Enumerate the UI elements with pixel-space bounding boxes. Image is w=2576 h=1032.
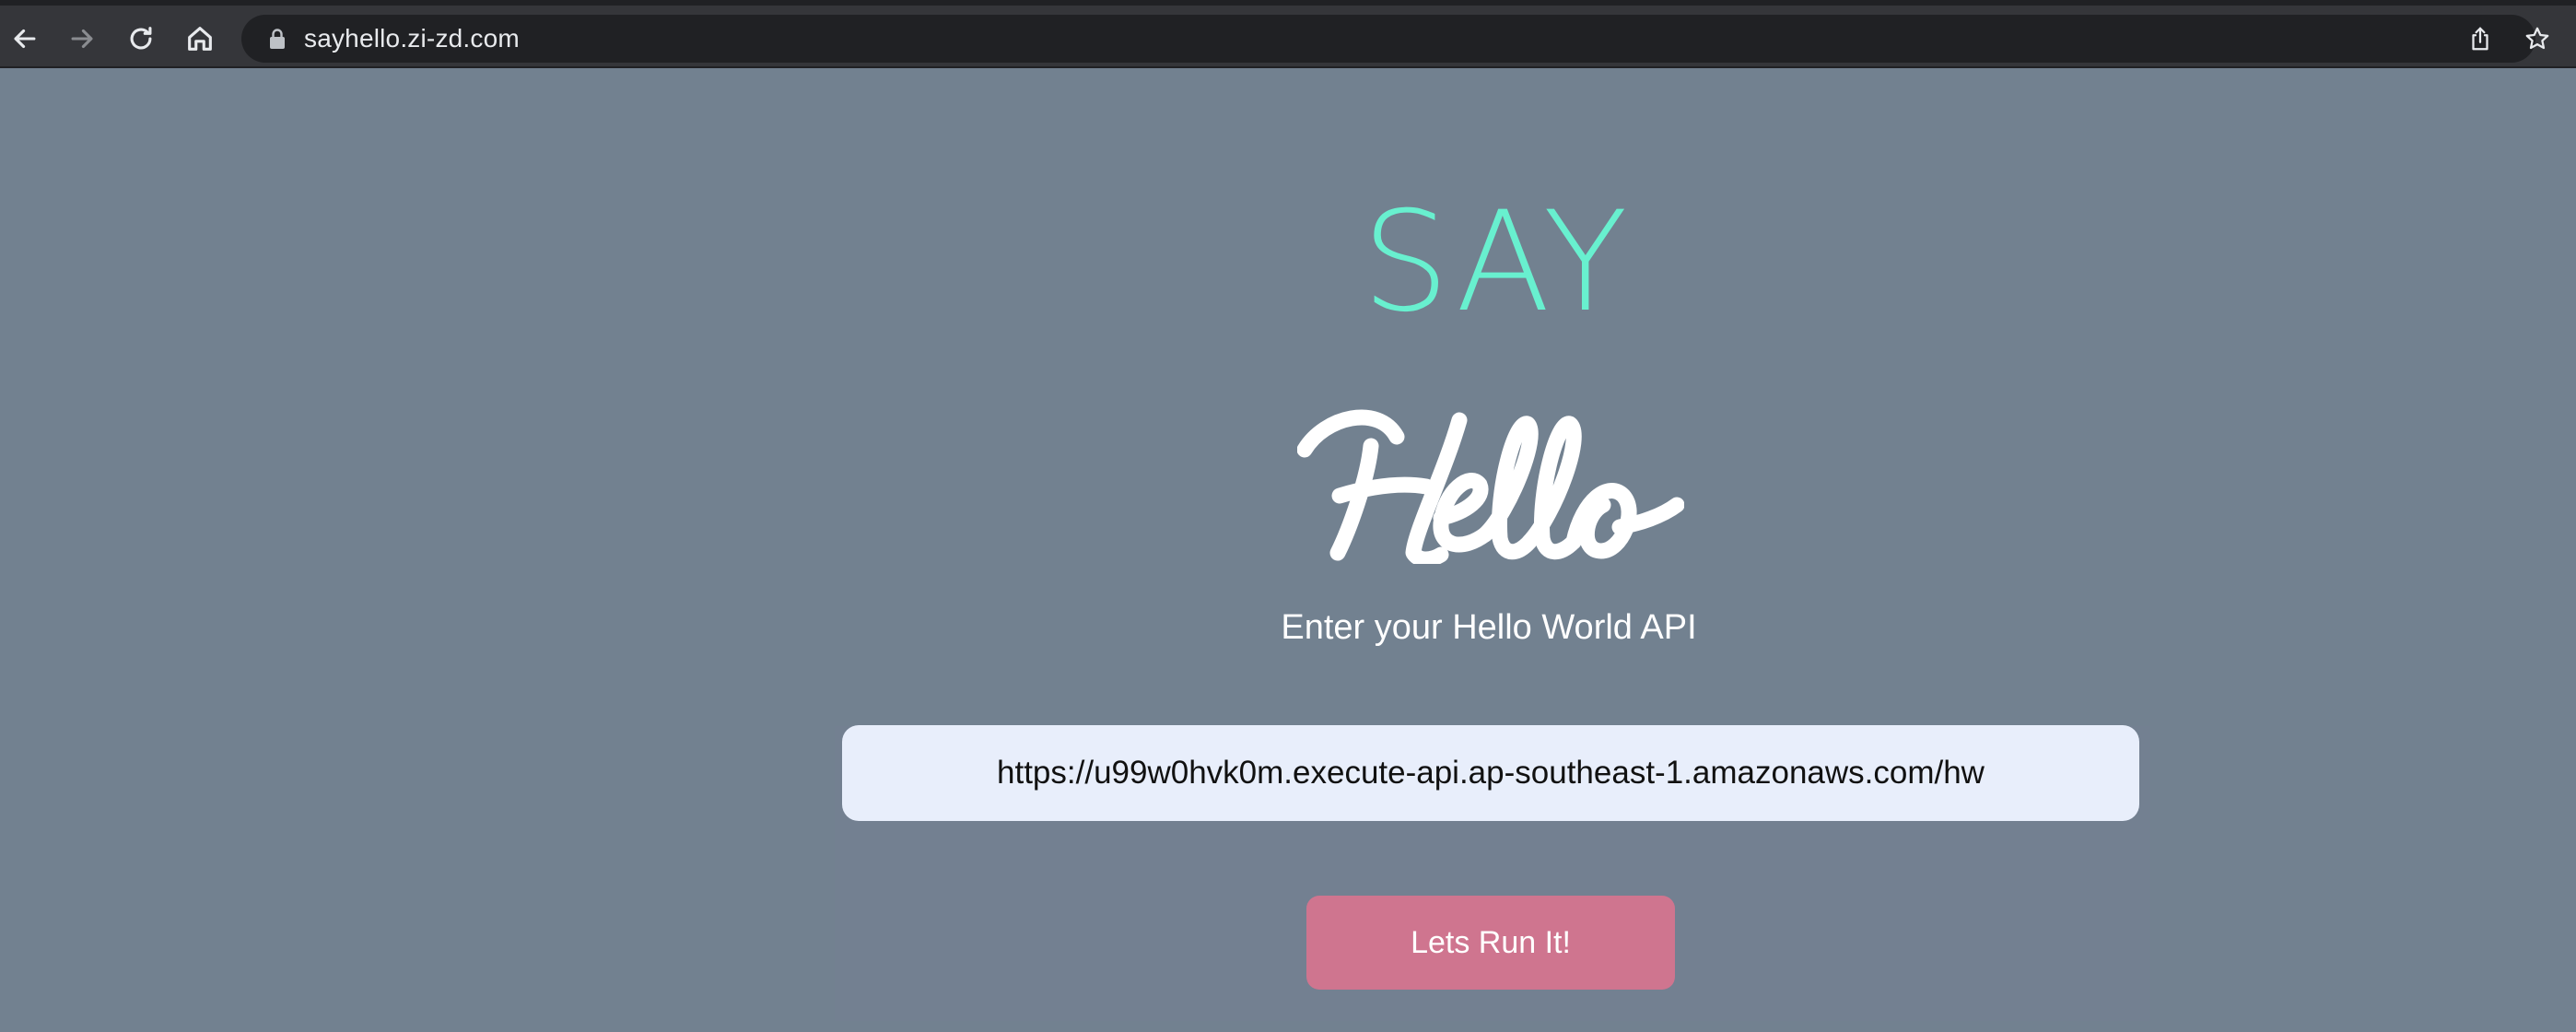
reload-icon[interactable] xyxy=(118,15,164,63)
forward-arrow-icon[interactable] xyxy=(59,15,105,63)
page-content: SAY Enter your Hello World API Lets Run … xyxy=(0,68,2576,1032)
api-prompt-label: Enter your Hello World API xyxy=(1281,608,1697,647)
logo-say-text: SAY xyxy=(1362,182,1632,343)
browser-toolbar: sayhello.zi-zd.com xyxy=(0,0,2576,68)
address-bar[interactable]: sayhello.zi-zd.com xyxy=(241,15,2549,63)
star-icon[interactable] xyxy=(2521,22,2554,55)
lock-icon xyxy=(267,28,287,50)
api-url-input[interactable] xyxy=(842,725,2139,821)
url-text[interactable]: sayhello.zi-zd.com xyxy=(304,15,520,63)
back-arrow-icon[interactable] xyxy=(2,15,48,63)
logo-hello-script xyxy=(1297,409,1684,564)
share-icon[interactable] xyxy=(2464,22,2497,55)
run-button[interactable]: Lets Run It! xyxy=(1306,896,1675,990)
home-icon[interactable] xyxy=(177,15,223,63)
